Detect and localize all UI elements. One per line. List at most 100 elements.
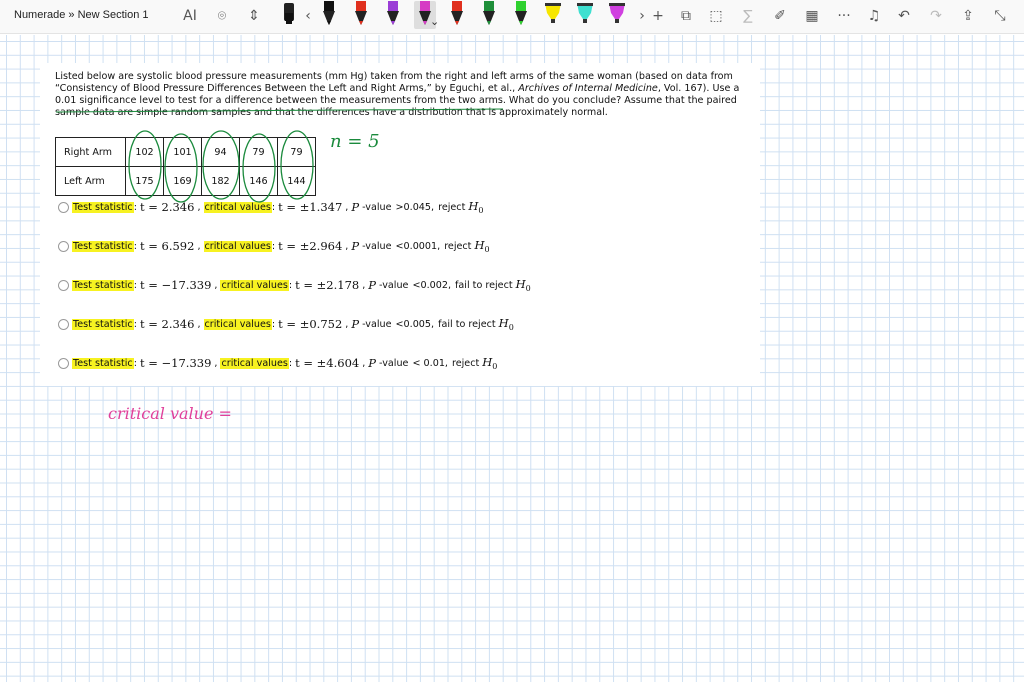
question-text: Listed below are systolic blood pressure… <box>55 71 745 119</box>
t-statistic-value: t = 6.592 <box>139 239 195 253</box>
share-icon[interactable]: ⇪ <box>956 5 980 27</box>
test-statistic-label: Test statistic <box>72 279 134 291</box>
comma: , <box>197 240 201 252</box>
test-statistic-label: Test statistic <box>72 201 134 213</box>
t-statistic-value: t = −17.339 <box>139 356 212 370</box>
comma: , <box>447 279 452 291</box>
chevron-down-icon[interactable]: ⌄ <box>430 15 439 28</box>
ink-to-math-icon[interactable]: ∑ <box>736 5 760 27</box>
comma: , <box>444 357 448 369</box>
breadcrumb[interactable]: Numerade » New Section 1 <box>14 9 149 21</box>
critical-values-label: critical values <box>220 279 289 291</box>
add-space-icon[interactable]: ⇕ <box>242 5 266 27</box>
colon: : <box>271 201 276 213</box>
null-hypothesis: H0 <box>474 238 490 254</box>
shapes-icon[interactable]: ⧉ <box>674 5 698 27</box>
table-cell: 79 <box>239 137 278 167</box>
p-value: <0.005 <box>395 318 432 330</box>
t-statistic-value: t = 2.346 <box>139 200 195 214</box>
ink-to-shape-icon[interactable]: ⬚ <box>704 5 728 27</box>
ribbon-toolbar: Numerade » New Section 1 AI ⌾ ⇕ ‹ ⌄ › + ⧉ ⬚ ∑ ✐ ▦… <box>0 0 1024 34</box>
p-symbol: P <box>351 317 360 331</box>
p-symbol: P <box>368 356 377 370</box>
collapse-icon[interactable]: ⤡ <box>988 5 1012 27</box>
comma: , <box>431 201 435 213</box>
table-cell: 182 <box>201 166 240 196</box>
critical-values-label: critical values <box>203 240 272 252</box>
table-cell: 144 <box>277 166 316 196</box>
p-value-prefix: -value <box>362 318 392 330</box>
colon: : <box>133 201 137 213</box>
undo-icon[interactable]: ↶ <box>892 5 916 27</box>
comma: , <box>362 279 366 291</box>
pen-tool-icon[interactable] <box>510 1 532 29</box>
radio-button[interactable] <box>58 279 69 291</box>
comma: , <box>214 279 218 291</box>
table-cell: 94 <box>201 137 240 167</box>
critical-values-label: critical values <box>203 201 272 213</box>
more-icon[interactable]: ··· <box>832 5 856 27</box>
answer-option[interactable]: Test statistic: t = 2.346, critical values… <box>58 315 517 333</box>
pen-tool-icon[interactable] <box>446 1 468 29</box>
pen-tool-icon[interactable]: ⌄ <box>414 1 439 29</box>
colon: : <box>288 279 293 291</box>
table-cell: 101 <box>163 137 202 167</box>
grid-icon[interactable]: ▦ <box>800 5 824 27</box>
pen-tool-icon[interactable] <box>318 1 340 29</box>
ruler-icon[interactable]: ✐ <box>768 5 792 27</box>
null-hypothesis: H0 <box>482 355 498 371</box>
ink-n-equals-5: n = 5 <box>330 131 380 152</box>
answer-option[interactable]: Test statistic: t = −17.339, critical valu… <box>58 354 500 372</box>
table-cell: 79 <box>277 137 316 167</box>
t-statistic-value: t = 2.346 <box>139 317 195 331</box>
radio-button[interactable] <box>58 318 69 330</box>
highlighter-tool-icon[interactable] <box>542 1 564 29</box>
critical-value: t = ±2.178 <box>295 278 360 292</box>
radio-button[interactable] <box>58 357 69 369</box>
comma: , <box>362 357 366 369</box>
p-symbol: P <box>351 239 360 253</box>
lasso-select-icon[interactable]: ⌾ <box>210 5 234 27</box>
critical-value: t = ±4.604 <box>295 356 360 370</box>
p-value: < 0.01 <box>412 357 445 369</box>
radio-button[interactable] <box>58 240 69 252</box>
table-row: Left Arm 175 169 182 146 144 <box>55 166 316 196</box>
radio-button[interactable] <box>58 201 69 213</box>
critical-value: t = ±1.347 <box>278 200 343 214</box>
row-label: Right Arm <box>55 137 126 167</box>
comma: , <box>431 318 435 330</box>
answer-option[interactable]: Test statistic: t = 2.346, critical values… <box>58 198 486 216</box>
redo-icon[interactable]: ↷ <box>924 5 948 27</box>
highlighter-tool-icon[interactable] <box>574 1 596 29</box>
table-cell: 175 <box>125 166 164 196</box>
pen-tool-icon[interactable] <box>478 1 500 29</box>
blood-pressure-table: Right Arm 102 101 94 79 79 Left Arm 175 169 182 14… <box>55 137 316 196</box>
answer-option[interactable]: Test statistic: t = 6.592, critical values… <box>58 237 493 255</box>
test-statistic-label: Test statistic <box>72 240 134 252</box>
pen-tool-icon[interactable] <box>350 1 372 29</box>
conclusion: reject <box>438 201 466 213</box>
p-value-prefix: -value <box>362 240 392 252</box>
highlighter-tool-icon[interactable] <box>606 1 628 29</box>
table-cell: 169 <box>163 166 202 196</box>
marker-tool-icon[interactable] <box>278 1 300 29</box>
text-select-icon[interactable]: AI <box>178 5 202 27</box>
comma: , <box>197 201 201 213</box>
critical-value: t = ±0.752 <box>278 317 343 331</box>
p-value-prefix: -value <box>362 201 392 213</box>
conclusion: reject <box>444 240 472 252</box>
add-pen-icon[interactable]: + <box>646 5 670 27</box>
colon: : <box>133 279 137 291</box>
p-value: <0.0001 <box>395 240 438 252</box>
comma: , <box>345 318 349 330</box>
pen-tool-icon[interactable] <box>382 1 404 29</box>
ink-critical-value-note: critical value = <box>108 404 232 423</box>
colon: : <box>271 318 276 330</box>
p-symbol: P <box>368 278 377 292</box>
replay-icon[interactable]: ♫ <box>862 5 886 27</box>
colon: : <box>133 357 137 369</box>
answer-option[interactable]: Test statistic: t = −17.339, critical valu… <box>58 276 534 294</box>
p-value-prefix: -value <box>379 357 409 369</box>
comma: , <box>214 357 218 369</box>
comma: , <box>345 240 349 252</box>
